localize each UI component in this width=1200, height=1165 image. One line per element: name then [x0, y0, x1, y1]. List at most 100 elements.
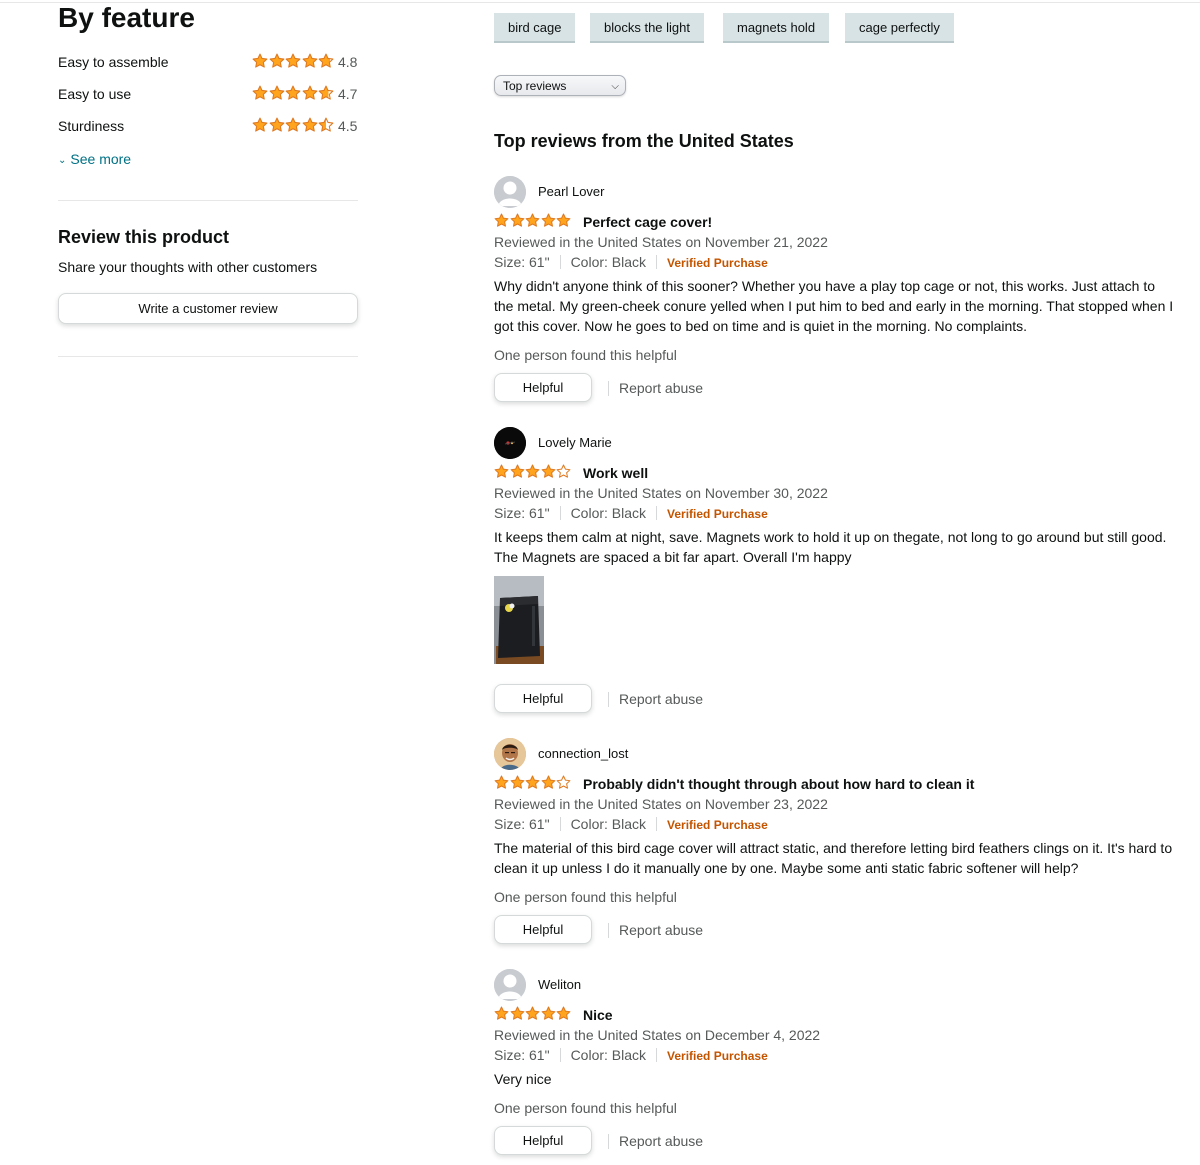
star-icon	[494, 1006, 509, 1020]
review-size: Size: 61"	[494, 505, 550, 521]
review-product-title: Review this product	[58, 227, 230, 247]
review-meta: Size: 61" Color: Black Verified Purchase	[494, 1045, 768, 1066]
review-title-link[interactable]: Perfect cage cover!	[583, 212, 712, 232]
tag-bird-cage[interactable]: bird cage	[494, 13, 576, 43]
report-abuse-link[interactable]: Report abuse	[619, 378, 703, 398]
star-icon	[556, 464, 571, 478]
review-color: Color: Black	[570, 816, 647, 832]
star-icon	[318, 53, 334, 68]
review-title-link[interactable]: Nice	[583, 1005, 613, 1025]
review-color: Color: Black	[570, 254, 647, 270]
review-date: Reviewed in the United States on Novembe…	[494, 796, 828, 812]
feature-row-easy-to-use: Easy to use 4.7	[58, 84, 358, 104]
reviewer-name: Pearl Lover	[538, 184, 605, 199]
helpful-count-text: One person found this helpful	[494, 889, 677, 905]
helpful-button[interactable]: Helpful	[494, 373, 592, 402]
review-size: Size: 61"	[494, 1047, 550, 1063]
separator	[608, 381, 609, 396]
reviewer-name: Weliton	[538, 977, 582, 992]
review-stars	[494, 464, 572, 479]
star-icon	[541, 464, 555, 478]
separator	[559, 506, 561, 520]
star-icon	[252, 85, 268, 100]
see-more-label: See more	[70, 151, 132, 167]
feature-stars	[252, 85, 335, 103]
separator	[656, 817, 658, 831]
star-icon	[510, 775, 524, 789]
review-title-link[interactable]: Probably didn't thought through about ho…	[583, 774, 974, 794]
write-review-button[interactable]: Write a customer review	[58, 293, 358, 324]
separator	[608, 923, 609, 938]
separator	[656, 255, 658, 269]
star-icon	[525, 1006, 540, 1020]
helpful-button[interactable]: Helpful	[494, 684, 592, 713]
feature-row-sturdiness: Sturdiness 4.5	[58, 116, 358, 136]
review-title-link[interactable]: Work well	[583, 463, 648, 483]
helpful-count-text: One person found this helpful	[494, 347, 677, 363]
review-date: Reviewed in the United States on Novembe…	[494, 234, 828, 250]
review-date: Reviewed in the United States on Novembe…	[494, 485, 828, 501]
star-icon	[302, 53, 317, 68]
review-color: Color: Black	[570, 505, 647, 521]
divider	[58, 200, 358, 201]
separator	[559, 255, 561, 269]
star-icon	[510, 1006, 524, 1020]
report-abuse-link[interactable]: Report abuse	[619, 920, 703, 940]
default-avatar-icon	[494, 176, 526, 208]
review-body: The material of this bird cage cover wil…	[494, 840, 1173, 876]
separator	[608, 1134, 609, 1149]
feature-rating-value: 4.7	[338, 86, 358, 102]
sort-selected-value: Top reviews	[503, 79, 567, 93]
verified-purchase-badge: Verified Purchase	[667, 818, 768, 832]
see-more-link[interactable]: ⌄ See more	[58, 149, 131, 171]
review-size: Size: 61"	[494, 254, 550, 270]
review-image-thumbnail[interactable]	[494, 576, 544, 664]
by-feature-title: By feature	[58, 2, 195, 33]
sort-select[interactable]: Top reviews ⌵	[494, 75, 626, 96]
review-stars	[494, 775, 572, 790]
tag-magnets-hold[interactable]: magnets hold	[723, 13, 830, 43]
feature-rating-value: 4.8	[338, 54, 358, 70]
chevron-down-icon: ⌵	[611, 81, 619, 92]
star-icon	[494, 775, 509, 789]
review-product-subtitle: Share your thoughts with other customers	[58, 259, 318, 275]
review-meta: Size: 61" Color: Black Verified Purchase	[494, 814, 768, 835]
tag-cage-perfectly[interactable]: cage perfectly	[845, 13, 954, 43]
star-icon	[318, 117, 334, 132]
review-meta: Size: 61" Color: Black Verified Purchase	[494, 252, 768, 273]
feature-rating-value: 4.5	[338, 118, 358, 134]
feature-stars	[252, 117, 335, 135]
review-size: Size: 61"	[494, 816, 550, 832]
review-date: Reviewed in the United States on Decembe…	[494, 1027, 821, 1043]
separator	[656, 1048, 658, 1062]
star-icon	[525, 775, 540, 789]
tag-blocks-the-light[interactable]: blocks the light	[590, 13, 704, 43]
separator	[559, 817, 561, 831]
feature-row-easy-to-assemble: Easy to assemble 4.8	[58, 52, 358, 72]
review-stars	[494, 213, 572, 228]
star-icon	[556, 213, 571, 227]
report-abuse-link[interactable]: Report abuse	[619, 1131, 703, 1151]
review-body: It keeps them calm at night, save. Magne…	[494, 529, 1167, 565]
star-icon	[494, 464, 509, 478]
top-reviews-heading: Top reviews from the United States	[494, 131, 794, 151]
helpful-button[interactable]: Helpful	[494, 1126, 592, 1155]
star-icon	[269, 85, 284, 100]
divider	[58, 356, 358, 357]
star-icon	[525, 464, 540, 478]
report-abuse-link[interactable]: Report abuse	[619, 689, 703, 709]
helpful-button[interactable]: Helpful	[494, 915, 592, 944]
star-icon	[510, 213, 524, 227]
dark-profile-avatar	[494, 427, 526, 459]
star-icon	[252, 53, 268, 68]
feature-stars	[252, 53, 335, 71]
star-icon	[541, 1006, 555, 1020]
review-stars	[494, 1006, 572, 1021]
separator	[656, 506, 658, 520]
default-avatar-icon	[494, 969, 526, 1001]
feature-label: Easy to use	[58, 86, 132, 102]
star-icon	[269, 53, 284, 68]
reviewer-name: connection_lost	[538, 746, 629, 761]
review-body: Why didn't anyone think of this sooner? …	[494, 278, 1174, 334]
feature-label: Sturdiness	[58, 118, 125, 134]
